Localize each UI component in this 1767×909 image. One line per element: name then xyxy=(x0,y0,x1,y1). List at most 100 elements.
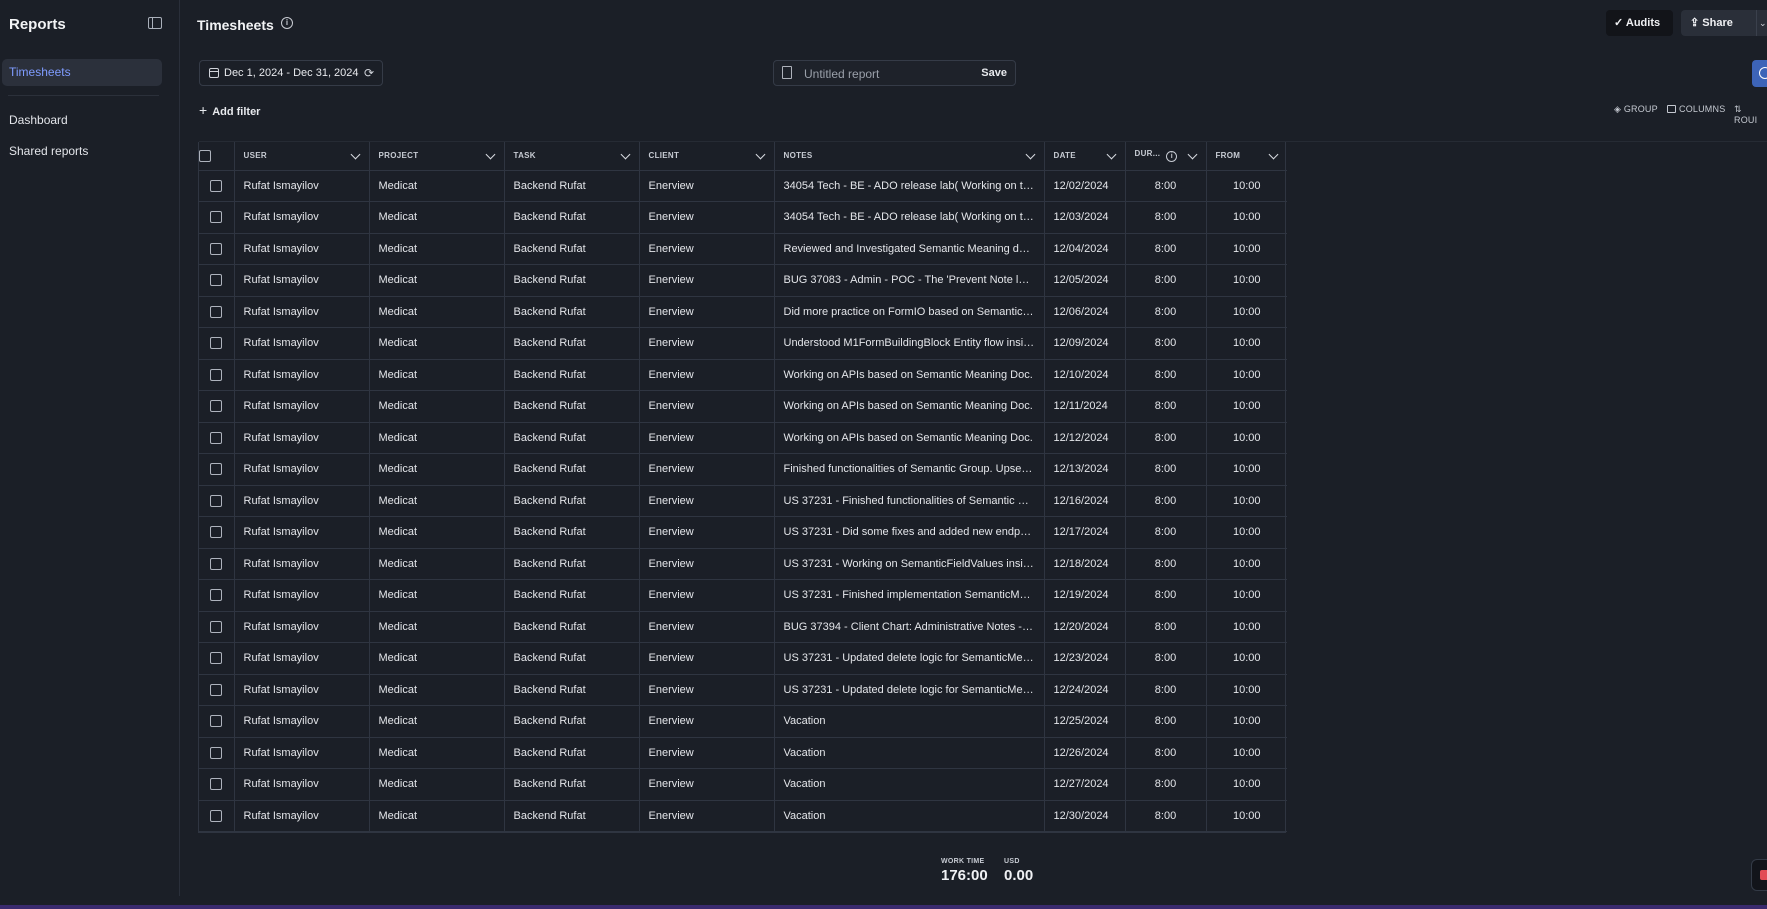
cell-notes[interactable]: US 37231 - Did some fixes and added new … xyxy=(774,516,1045,549)
timer-button[interactable] xyxy=(1752,60,1767,87)
row-checkbox[interactable] xyxy=(210,715,223,728)
cell-task[interactable]: Backend Rufat xyxy=(504,768,640,801)
chevron-down-icon[interactable] xyxy=(1025,149,1035,160)
row-checkbox[interactable] xyxy=(210,809,223,822)
row-checkbox[interactable] xyxy=(210,620,223,633)
row-checkbox[interactable] xyxy=(210,179,223,192)
cell-duration[interactable]: 8:00 xyxy=(1125,642,1207,675)
row-checkbox[interactable] xyxy=(210,337,223,350)
cell-user[interactable]: Rufat Ismayilov xyxy=(234,548,370,580)
cell-date[interactable]: 12/04/2024 xyxy=(1044,233,1126,265)
table-row[interactable]: Rufat Ismayilov Medicat Backend Rufat Enerv… xyxy=(199,233,1287,265)
cell-client[interactable]: Enerview xyxy=(639,611,775,643)
table-row[interactable]: Rufat Ismayilov Medicat Backend Rufat Enerv… xyxy=(199,579,1287,612)
table-row[interactable]: Rufat Ismayilov Medicat Backend Rufat Enerv… xyxy=(199,264,1287,297)
cell-client[interactable]: Enerview xyxy=(639,296,775,328)
save-button[interactable]: Save xyxy=(981,67,1007,79)
cell-user[interactable]: Rufat Ismayilov xyxy=(234,422,370,454)
cell-task[interactable]: Backend Rufat xyxy=(504,453,640,486)
cell-project[interactable]: Medicat xyxy=(369,170,505,202)
cell-client[interactable]: Enerview xyxy=(639,642,775,675)
cell-client[interactable]: Enerview xyxy=(639,485,775,517)
cell-task[interactable]: Backend Rufat xyxy=(504,800,640,832)
cell-from[interactable]: 10:00 xyxy=(1206,611,1287,643)
cell-duration[interactable]: 8:00 xyxy=(1125,201,1207,234)
cell-date[interactable]: 12/24/2024 xyxy=(1044,674,1126,706)
chevron-down-icon[interactable] xyxy=(485,149,495,160)
table-row[interactable]: Rufat Ismayilov Medicat Backend Rufat Enerv… xyxy=(199,327,1287,360)
cell-project[interactable]: Medicat xyxy=(369,201,505,234)
cell-date[interactable]: 12/06/2024 xyxy=(1044,296,1126,328)
cell-date[interactable]: 12/10/2024 xyxy=(1044,359,1126,391)
cell-date[interactable]: 12/16/2024 xyxy=(1044,485,1126,517)
cell-client[interactable]: Enerview xyxy=(639,233,775,265)
cell-user[interactable]: Rufat Ismayilov xyxy=(234,170,370,202)
cell-notes[interactable]: 34054 Tech - BE - ADO release lab( Worki… xyxy=(774,170,1045,202)
cell-duration[interactable]: 8:00 xyxy=(1125,296,1207,328)
cell-project[interactable]: Medicat xyxy=(369,422,505,454)
cell-project[interactable]: Medicat xyxy=(369,579,505,612)
cell-notes[interactable]: Working on APIs based on Semantic Meanin… xyxy=(774,390,1045,423)
table-row[interactable]: Rufat Ismayilov Medicat Backend Rufat Enerv… xyxy=(199,201,1287,234)
cell-notes[interactable]: Working on APIs based on Semantic Meanin… xyxy=(774,359,1045,391)
cell-client[interactable]: Enerview xyxy=(639,674,775,706)
cell-client[interactable]: Enerview xyxy=(639,264,775,297)
cell-user[interactable]: Rufat Ismayilov xyxy=(234,642,370,675)
sidebar-toggle-icon[interactable] xyxy=(148,17,162,29)
cell-task[interactable]: Backend Rufat xyxy=(504,674,640,706)
cell-date[interactable]: 12/26/2024 xyxy=(1044,737,1126,769)
cell-user[interactable]: Rufat Ismayilov xyxy=(234,737,370,769)
share-dropdown-chevron-icon[interactable]: ⌄ xyxy=(1756,10,1767,36)
row-checkbox[interactable] xyxy=(210,431,223,444)
cell-client[interactable]: Enerview xyxy=(639,768,775,801)
cell-date[interactable]: 12/13/2024 xyxy=(1044,453,1126,486)
cell-date[interactable]: 12/20/2024 xyxy=(1044,611,1126,643)
table-row[interactable]: Rufat Ismayilov Medicat Backend Rufat Enerv… xyxy=(199,737,1287,769)
column-header-client[interactable]: CLIENT xyxy=(639,142,775,171)
table-row[interactable]: Rufat Ismayilov Medicat Backend Rufat Enerv… xyxy=(199,390,1287,423)
info-icon[interactable]: i xyxy=(281,17,293,29)
cell-task[interactable]: Backend Rufat xyxy=(504,264,640,297)
date-range-picker[interactable]: Dec 1, 2024 - Dec 31, 2024 ⟳ xyxy=(199,60,383,86)
cell-client[interactable]: Enerview xyxy=(639,705,775,738)
cell-from[interactable]: 10:00 xyxy=(1206,768,1287,801)
column-header-task[interactable]: TASK xyxy=(504,142,640,171)
row-checkbox[interactable] xyxy=(210,526,223,539)
cell-user[interactable]: Rufat Ismayilov xyxy=(234,201,370,234)
cell-client[interactable]: Enerview xyxy=(639,800,775,832)
cell-duration[interactable]: 8:00 xyxy=(1125,453,1207,486)
cell-from[interactable]: 10:00 xyxy=(1206,516,1287,549)
cell-from[interactable]: 10:00 xyxy=(1206,705,1287,738)
cell-user[interactable]: Rufat Ismayilov xyxy=(234,390,370,423)
cell-notes[interactable]: BUG 37394 - Client Chart: Administrative… xyxy=(774,611,1045,643)
cell-project[interactable]: Medicat xyxy=(369,296,505,328)
cell-user[interactable]: Rufat Ismayilov xyxy=(234,674,370,706)
cell-duration[interactable]: 8:00 xyxy=(1125,485,1207,517)
cell-from[interactable]: 10:00 xyxy=(1206,422,1287,454)
cell-project[interactable]: Medicat xyxy=(369,264,505,297)
cell-client[interactable]: Enerview xyxy=(639,327,775,360)
cell-duration[interactable]: 8:00 xyxy=(1125,327,1207,360)
row-checkbox[interactable] xyxy=(210,557,223,570)
cell-duration[interactable]: 8:00 xyxy=(1125,359,1207,391)
cell-from[interactable]: 10:00 xyxy=(1206,674,1287,706)
row-checkbox[interactable] xyxy=(210,494,223,507)
cell-notes[interactable]: US 37231 - Finished implementation Seman… xyxy=(774,579,1045,612)
cell-project[interactable]: Medicat xyxy=(369,737,505,769)
table-row[interactable]: Rufat Ismayilov Medicat Backend Rufat Enerv… xyxy=(199,359,1287,391)
sidebar-item-shared-reports[interactable]: Shared reports xyxy=(9,144,88,158)
cell-user[interactable]: Rufat Ismayilov xyxy=(234,264,370,297)
cell-task[interactable]: Backend Rufat xyxy=(504,485,640,517)
cell-from[interactable]: 10:00 xyxy=(1206,485,1287,517)
cell-project[interactable]: Medicat xyxy=(369,674,505,706)
audits-button[interactable]: ✓ Audits xyxy=(1606,10,1673,36)
refresh-icon[interactable]: ⟳ xyxy=(364,61,374,85)
cell-task[interactable]: Backend Rufat xyxy=(504,516,640,549)
cell-client[interactable]: Enerview xyxy=(639,390,775,423)
cell-client[interactable]: Enerview xyxy=(639,170,775,202)
cell-project[interactable]: Medicat xyxy=(369,611,505,643)
chevron-down-icon[interactable] xyxy=(350,149,360,160)
cell-from[interactable]: 10:00 xyxy=(1206,390,1287,423)
columns-button[interactable]: COLUMNS xyxy=(1667,104,1725,114)
chevron-down-icon[interactable] xyxy=(1106,149,1116,160)
